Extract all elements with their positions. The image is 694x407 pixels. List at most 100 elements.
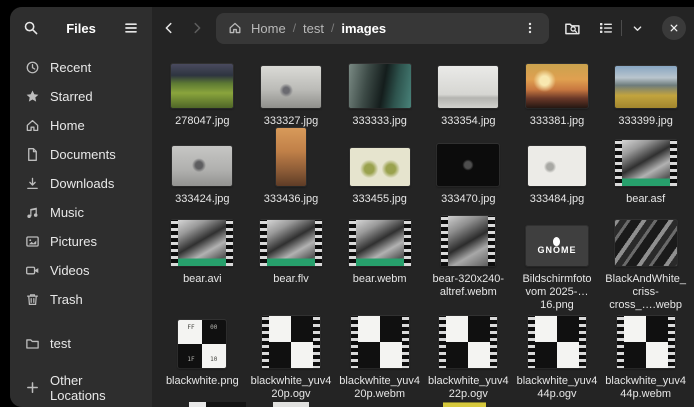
breadcrumb-segment-test[interactable]: test (301, 21, 326, 36)
sidebar-item-label: Pictures (50, 234, 97, 249)
sidebar-item-starred[interactable]: Starred (16, 82, 146, 111)
file-item[interactable]: 333455.jpg (335, 136, 424, 216)
screenshot-thumbnail: GNOME (526, 226, 588, 266)
partial-thumbnail[interactable] (443, 402, 486, 407)
sidebar-item-label: Downloads (50, 176, 114, 191)
file-item[interactable]: 333354.jpg (424, 58, 513, 136)
sidebar-item-pictures[interactable]: Pictures (16, 227, 146, 256)
sidebar-item-downloads[interactable]: Downloads (16, 169, 146, 198)
star-icon (24, 89, 40, 105)
view-switcher-divider (621, 20, 622, 36)
search-folder-button[interactable] (559, 15, 585, 41)
folder-search-icon (564, 20, 581, 37)
sidebar: Files Recent Starred Home Doc (10, 7, 152, 407)
file-item[interactable]: GNOME Bildschirmfoto vom 2025-…16.png (513, 216, 602, 318)
checker-label: FF (187, 325, 194, 331)
file-item[interactable]: blackwhite_yuv420p.ogv (247, 318, 336, 402)
file-item[interactable]: 333436.jpg (247, 136, 336, 216)
video-thumbnail (260, 220, 322, 266)
video-thumbnail (615, 140, 677, 186)
file-item[interactable]: bear.avi (158, 216, 247, 318)
image-thumbnail (615, 220, 677, 266)
back-button[interactable] (156, 15, 182, 41)
file-name: 333455.jpg (352, 193, 406, 206)
image-thumbnail (349, 64, 411, 108)
file-item[interactable]: blackwhite_yuv420p.webm (335, 318, 424, 402)
breadcrumb-segment-home[interactable]: Home (249, 21, 288, 36)
file-item[interactable]: 333381.jpg (513, 58, 602, 136)
sidebar-item-label: test (50, 336, 71, 351)
image-thumbnail (172, 146, 232, 186)
chevron-right-icon (190, 21, 204, 35)
file-name: blackwhite_yuv444p.webm (603, 375, 688, 401)
file-item[interactable]: 333484.jpg (513, 136, 602, 216)
partial-thumbnail[interactable] (189, 402, 246, 407)
file-item[interactable]: 333333.jpg (335, 58, 424, 136)
file-name: bear.asf (626, 193, 665, 206)
path-menu-button[interactable] (517, 15, 543, 41)
image-thumbnail: FF 00 1F 10 (178, 320, 226, 368)
image-thumbnail (615, 66, 677, 108)
partial-thumbnail[interactable] (273, 402, 309, 407)
desktop-background: Files Recent Starred Home Doc (0, 0, 694, 407)
file-item[interactable]: blackwhite_yuv444p.webm (601, 318, 690, 402)
sidebar-item-recent[interactable]: Recent (16, 53, 146, 82)
video-thumbnail (439, 316, 497, 368)
file-item[interactable]: 333470.jpg (424, 136, 513, 216)
sidebar-item-videos[interactable]: Videos (16, 256, 146, 285)
sidebar-gap (16, 358, 146, 373)
chevron-left-icon (162, 21, 176, 35)
file-item[interactable]: FF 00 1F 10 blackwhite.png (158, 318, 247, 402)
file-name: 333436.jpg (264, 193, 318, 206)
main-menu-button[interactable] (118, 15, 144, 41)
file-name: 333333.jpg (352, 115, 406, 128)
sidebar-item-label: Recent (50, 60, 91, 75)
file-item[interactable]: 333399.jpg (601, 58, 690, 136)
file-item[interactable]: bear.flv (247, 216, 336, 318)
file-item[interactable]: bear-320x240-altref.webm (424, 216, 513, 318)
video-thumbnail (351, 316, 409, 368)
sidebar-item-music[interactable]: Music (16, 198, 146, 227)
checker-label: 1F (187, 357, 194, 363)
sidebar-item-home[interactable]: Home (16, 111, 146, 140)
file-name: blackwhite_yuv422p.ogv (426, 375, 511, 401)
video-thumbnail (528, 316, 586, 368)
sidebar-item-trash[interactable]: Trash (16, 285, 146, 314)
view-options-button[interactable] (624, 15, 650, 41)
breadcrumb-separator: / (326, 21, 339, 35)
sidebar-item-documents[interactable]: Documents (16, 140, 146, 169)
document-icon (24, 147, 40, 163)
image-thumbnail (171, 64, 233, 108)
sidebar-item-other-locations[interactable]: Other Locations (16, 373, 146, 402)
main-pane: Home / test / images (152, 7, 694, 407)
list-view-button[interactable] (593, 15, 619, 41)
breadcrumb-segment-images[interactable]: images (339, 21, 388, 36)
file-item[interactable]: blackwhite_yuv422p.ogv (424, 318, 513, 402)
image-thumbnail (438, 66, 498, 108)
forward-button[interactable] (184, 15, 210, 41)
file-item[interactable]: BlackAndWhite_criss-cross_….webp (601, 216, 690, 318)
search-button[interactable] (18, 15, 44, 41)
sidebar-item-test[interactable]: test (16, 329, 146, 358)
image-thumbnail (261, 66, 321, 108)
file-name: 333381.jpg (530, 115, 584, 128)
checker-label: 00 (210, 325, 217, 331)
close-window-button[interactable] (662, 16, 686, 40)
video-thumbnail (171, 220, 233, 266)
file-name: bear.flv (273, 273, 308, 286)
image-thumbnail (276, 128, 306, 186)
file-item[interactable]: 333424.jpg (158, 136, 247, 216)
file-name: 333327.jpg (264, 115, 318, 128)
list-view-icon (598, 20, 614, 36)
file-item[interactable]: bear.asf (601, 136, 690, 216)
app-title: Files (44, 21, 118, 36)
folder-icon (24, 336, 40, 352)
path-bar[interactable]: Home / test / images (216, 13, 549, 44)
file-item[interactable]: 278047.jpg (158, 58, 247, 136)
file-item[interactable]: bear.webm (335, 216, 424, 318)
file-item[interactable]: blackwhite_yuv444p.ogv (513, 318, 602, 402)
view-switcher (593, 15, 650, 41)
file-name: bear.webm (353, 273, 407, 286)
file-item[interactable]: 333327.jpg (247, 58, 336, 136)
sidebar-item-label: Home (50, 118, 85, 133)
